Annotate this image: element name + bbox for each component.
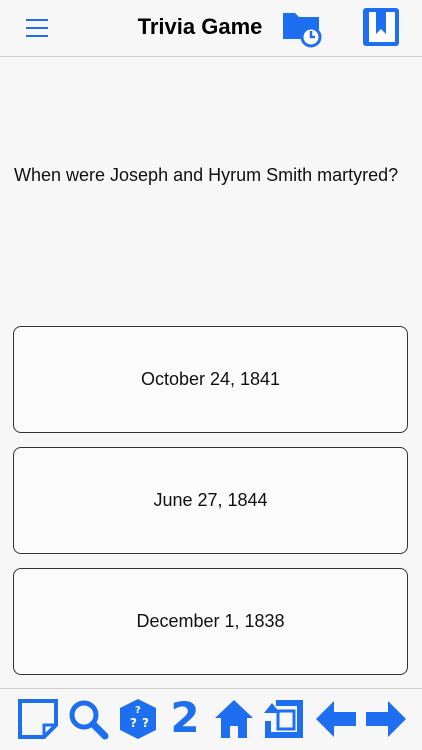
dice-icon[interactable]: ? ? ? <box>116 697 160 741</box>
header-bar: Trivia Game <box>0 0 422 57</box>
note-icon[interactable] <box>16 697 60 741</box>
answer-label: October 24, 1841 <box>140 369 281 389</box>
answer-label: June 27, 1844 <box>153 490 268 510</box>
bottom-toolbar: ? ? ? 2 <box>0 688 422 750</box>
answer-option-1[interactable]: October 24, 1841 <box>13 326 408 433</box>
folder-clock-icon[interactable] <box>281 5 323 49</box>
answer-option-2[interactable]: June 27, 1844 <box>13 447 408 554</box>
answer-option-3[interactable]: December 1, 1838 <box>13 568 408 675</box>
home-icon[interactable] <box>212 697 256 741</box>
number-icon[interactable]: 2 <box>169 695 201 741</box>
question-text: When were Joseph and Hyrum Smith martyre… <box>14 165 399 185</box>
arrow-left-icon[interactable] <box>314 697 358 741</box>
arrow-right-icon[interactable] <box>364 697 408 741</box>
svg-text:?: ? <box>142 716 149 730</box>
page-title: Trivia Game <box>137 14 263 39</box>
svg-text:?: ? <box>130 716 137 730</box>
bookmark-book-icon[interactable] <box>360 5 404 49</box>
search-icon[interactable] <box>66 697 110 741</box>
hamburger-menu-icon[interactable] <box>22 13 54 43</box>
answer-label: December 1, 1838 <box>136 611 285 631</box>
svg-text:?: ? <box>135 705 141 716</box>
rotate-icon[interactable] <box>262 697 306 741</box>
